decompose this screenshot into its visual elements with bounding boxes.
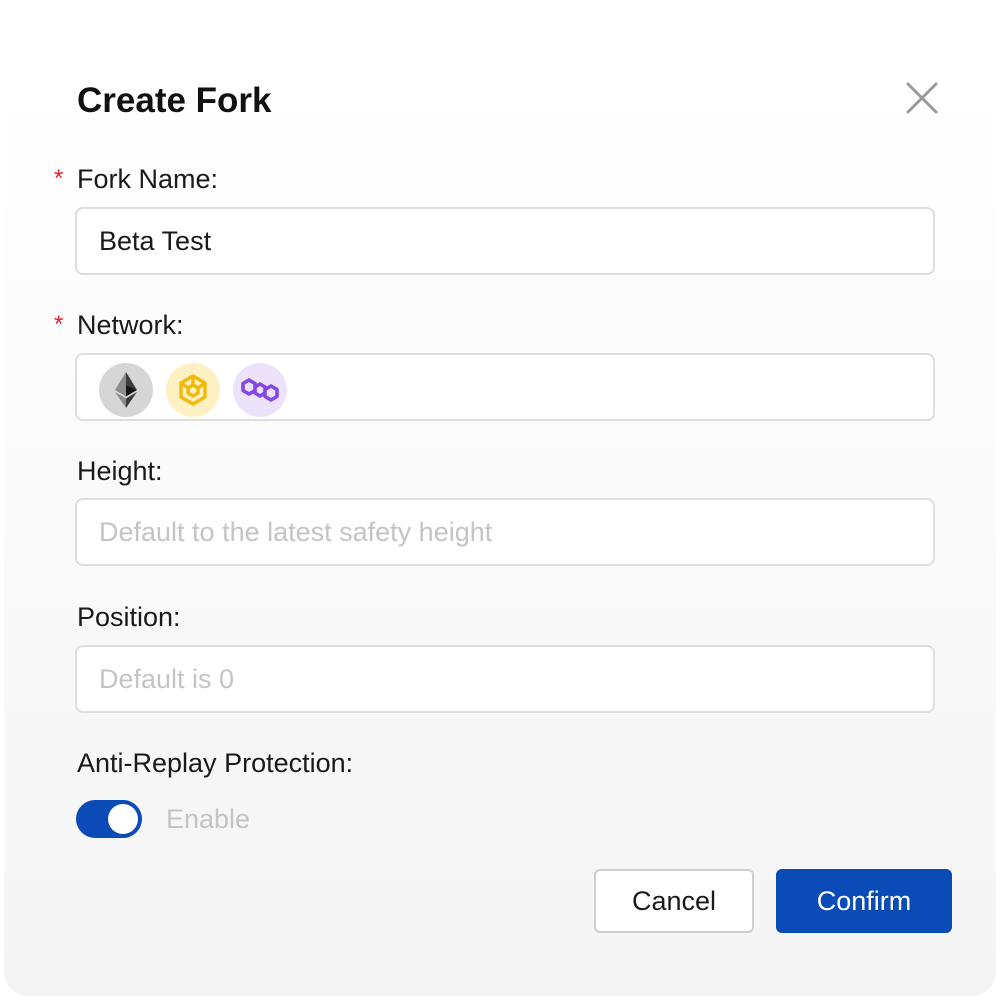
height-input[interactable]: [77, 500, 933, 564]
toggle-knob: [108, 804, 138, 834]
position-field[interactable]: [75, 645, 935, 713]
bnb-chain-icon: [179, 374, 207, 406]
confirm-button[interactable]: Confirm: [776, 869, 952, 933]
position-label: Position:: [77, 602, 181, 632]
network-select[interactable]: [75, 353, 935, 421]
network-label: Network:: [77, 310, 184, 340]
anti-replay-toggle-text: Enable: [166, 804, 251, 834]
anti-replay-label: Anti-Replay Protection:: [77, 748, 354, 778]
close-icon: [906, 82, 938, 114]
anti-replay-toggle[interactable]: [76, 800, 142, 838]
position-input[interactable]: [77, 647, 933, 711]
network-required-mark: *: [54, 311, 64, 338]
height-label: Height:: [77, 456, 163, 486]
close-button[interactable]: [902, 78, 942, 118]
create-fork-dialog: Create Fork * Fork Name: * Network:: [4, 4, 996, 996]
bnb-network-option[interactable]: [166, 363, 220, 417]
ethereum-icon: [115, 372, 137, 408]
fork-name-input[interactable]: [77, 209, 933, 273]
fork-name-field[interactable]: [75, 207, 935, 275]
ethereum-network-option[interactable]: [99, 363, 153, 417]
dialog-title: Create Fork: [77, 81, 272, 120]
fork-name-label: Fork Name:: [77, 164, 219, 194]
polygon-icon: [241, 378, 279, 402]
height-field[interactable]: [75, 498, 935, 566]
cancel-button[interactable]: Cancel: [594, 869, 754, 933]
polygon-network-option[interactable]: [233, 363, 287, 417]
fork-name-required-mark: *: [54, 165, 64, 192]
